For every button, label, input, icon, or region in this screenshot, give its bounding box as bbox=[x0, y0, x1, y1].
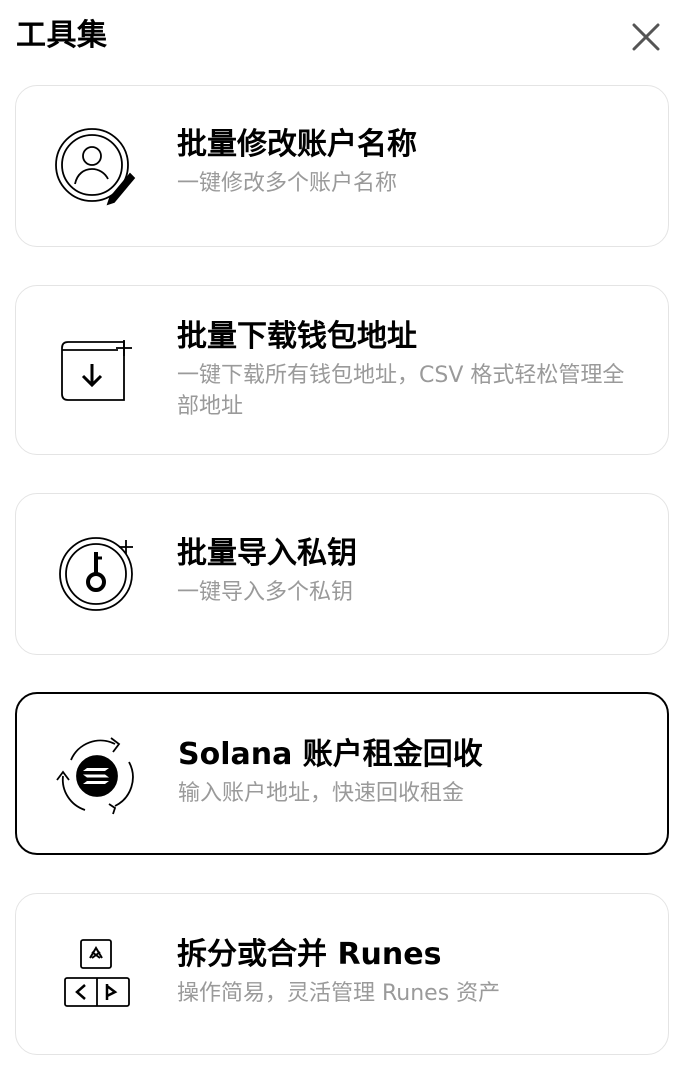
download-address-icon bbox=[52, 328, 138, 414]
key-import-icon bbox=[52, 532, 138, 618]
header: 工具集 bbox=[0, 0, 686, 76]
close-icon bbox=[632, 23, 660, 51]
close-button[interactable] bbox=[626, 17, 666, 57]
tool-card-solana-rent[interactable]: Solana 账户租金回收 输入账户地址，快速回收租金 bbox=[15, 692, 669, 855]
tool-description: 输入账户地址，快速回收租金 bbox=[178, 781, 465, 806]
page-title: 工具集 bbox=[16, 18, 108, 53]
tool-title: 批量下载钱包地址 bbox=[177, 319, 417, 354]
tool-card-rename-accounts[interactable]: 批量修改账户名称 一键修改多个账户名称 bbox=[15, 85, 669, 247]
tool-description: 操作简易，灵活管理 Runes 资产 bbox=[177, 981, 501, 1006]
tool-description: 一键导入多个私钥 bbox=[177, 580, 354, 605]
tool-description: 一键修改多个账户名称 bbox=[177, 171, 398, 196]
tool-title: 批量修改账户名称 bbox=[177, 127, 417, 162]
user-edit-icon bbox=[52, 124, 138, 210]
tool-card-download-addresses[interactable]: 批量下载钱包地址 一键下载所有钱包地址，CSV 格式轻松管理全部地址 bbox=[15, 285, 669, 455]
tool-description: 一键下载所有钱包地址，CSV 格式轻松管理全部地址 bbox=[177, 363, 625, 419]
solana-recycle-icon bbox=[53, 732, 139, 818]
tool-title: 拆分或合并 Runes bbox=[177, 937, 442, 972]
tool-card-import-keys[interactable]: 批量导入私钥 一键导入多个私钥 bbox=[15, 493, 669, 655]
tool-title: Solana 账户租金回收 bbox=[178, 737, 483, 772]
tool-card-runes-split-merge[interactable]: 拆分或合并 Runes 操作简易，灵活管理 Runes 资产 bbox=[15, 893, 669, 1055]
runes-split-merge-icon bbox=[52, 932, 138, 1018]
tool-title: 批量导入私钥 bbox=[177, 536, 357, 571]
